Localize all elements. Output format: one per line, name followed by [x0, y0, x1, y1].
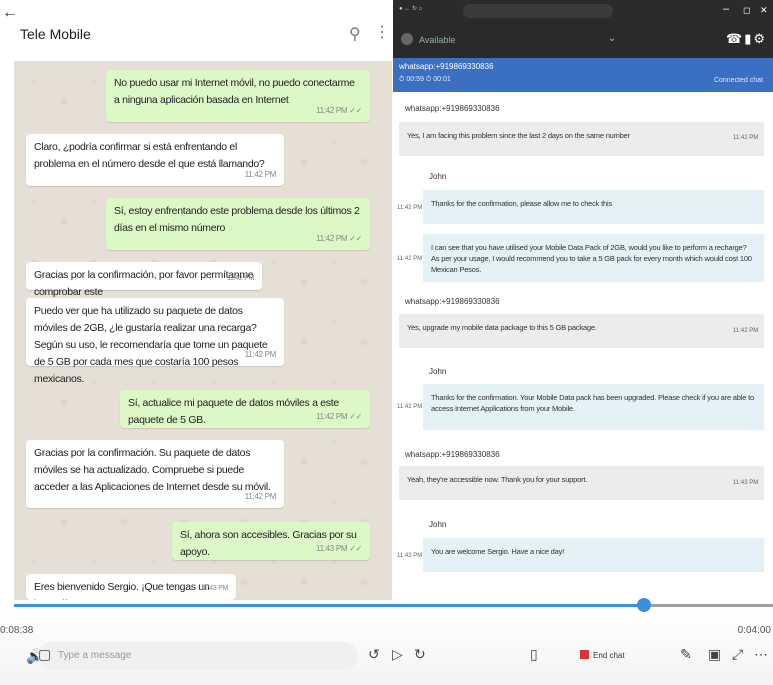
transcript-message: Thanks for the confirmation, please allo… [423, 190, 764, 224]
chat-header: Tele Mobile ⚲ ⋮ [14, 0, 392, 62]
picture-in-picture-icon[interactable]: ▣ [708, 646, 721, 663]
more-icon[interactable]: ⋯ [754, 646, 768, 663]
message-list: No puedo usar mi Internet móvil, no pued… [14, 62, 392, 600]
transcript-message: I can see that you have utilised your Mo… [423, 234, 764, 282]
current-time: 0:08:38 [0, 625, 34, 636]
agent-console: ● ← ↻ ⌂ – ◻ ✕ Available ⌄ ☎▮⚙ whatsapp:+… [393, 0, 773, 600]
message-bubble: Gracias por la confirmación, por favor p… [26, 262, 262, 298]
message-placeholder: Type a message [58, 650, 132, 661]
transcript-message: You are welcome Sergio. Have a nice day! [423, 538, 764, 572]
seek-progress [14, 604, 644, 607]
transcript-message: Yeah, they're accessible now. Thank you … [399, 466, 764, 500]
message-bubble: Sí, estoy enfrentando este problema desd… [106, 198, 370, 250]
sender-name: John [429, 367, 447, 376]
message-text: Eres bienvenido Sergio. ¡Que tengas un b… [34, 581, 210, 600]
player-controls: 0:08:38 0:04:00 🔊 Type a message ▢ ↺ ▷ ↻… [0, 612, 773, 685]
transcript-message: Yes, upgrade my mobile data package to t… [399, 314, 764, 348]
toolbar-icons[interactable]: ☎▮⚙ [726, 31, 767, 47]
message-bubble: Gracias por la confirmación. Su paquete … [26, 440, 284, 508]
message-bubble: Sí, actualice mi paquete de datos móvile… [120, 390, 370, 428]
message-input[interactable]: Type a message [38, 642, 358, 670]
status-label[interactable]: Available [419, 35, 455, 45]
pen-icon[interactable]: ✎ [680, 646, 692, 663]
fullscreen-icon[interactable]: ⤢ [732, 646, 743, 663]
chat-bubble-icon[interactable]: ▢ [38, 646, 51, 663]
forward-icon[interactable]: ↻ [414, 646, 426, 663]
browser-nav-icon[interactable]: ● ← ↻ ⌂ [399, 5, 422, 12]
transcript-message: Yes, I am facing this problem since the … [399, 122, 764, 156]
message-time: 11:42 PM [733, 135, 759, 141]
message-text: Puedo ver que ha utilizado su paquete de… [34, 305, 268, 385]
message-text: You are welcome Sergio. Have a nice day! [431, 547, 565, 556]
seek-bar[interactable] [14, 604, 773, 607]
message-time: 11:43 PM [397, 553, 423, 559]
conversation-id: whatsapp:+919869330836 [399, 62, 494, 71]
message-bubble: Claro, ¿podría confirmar si está enfrent… [26, 134, 284, 186]
chat-title: Tele Mobile [20, 26, 91, 42]
message-text: Yes, I am facing this problem since the … [407, 131, 630, 140]
transcript-message: Thanks for the confirmation. Your Mobile… [423, 384, 764, 430]
message-text: Gracias por la confirmación. Su paquete … [34, 447, 271, 493]
whatsapp-pane: Tele Mobile ⚲ ⋮ No puedo usar mi Interne… [14, 0, 392, 600]
message-text: Sí, actualice mi paquete de datos móvile… [128, 397, 339, 426]
sender-name: whatsapp:+919869330836 [405, 104, 500, 113]
end-chat-button[interactable]: End chat [580, 650, 625, 660]
message-text: Thanks for the confirmation, please allo… [431, 199, 612, 208]
search-icon[interactable]: ⚲ [349, 24, 361, 44]
screen: Tele Mobile ⚲ ⋮ No puedo usar mi Interne… [0, 0, 773, 685]
sender-name: whatsapp:+919869330836 [405, 450, 500, 459]
sender-name: whatsapp:+919869330836 [405, 297, 500, 306]
browser-toolbar: ● ← ↻ ⌂ – ◻ ✕ [393, 0, 773, 22]
status-icon [401, 33, 413, 45]
sender-name: John [429, 172, 447, 181]
message-text: I can see that you have utilised your Mo… [431, 243, 752, 274]
message-time: 11:42 PM [397, 404, 423, 410]
end-chat-icon [580, 650, 589, 659]
close-icon[interactable]: ✕ [760, 5, 768, 16]
message-text: Thanks for the confirmation. Your Mobile… [431, 393, 754, 413]
message-bubble: Eres bienvenido Sergio. ¡Que tengas un b… [26, 574, 236, 600]
minimize-icon[interactable]: – [723, 3, 729, 15]
message-time: 11:42 PM ✓✓ [316, 106, 362, 115]
message-time: 11:42 PM [397, 205, 423, 211]
connected-label: Connected chat [713, 77, 763, 84]
sender-name: John [429, 520, 447, 529]
message-text: Gracias por la confirmación, por favor p… [34, 269, 254, 298]
conversation-header: whatsapp:+919869330836 ⏱ 00:59 ⏱ 00:01 C… [393, 58, 773, 92]
arrow-left-icon[interactable]: ← [2, 4, 18, 22]
chevron-down-icon[interactable]: ⌄ [608, 33, 616, 44]
message-time: 11:42 PM ✓✓ [316, 412, 362, 421]
message-time: 11:42 PM [244, 350, 277, 359]
message-bubble: No puedo usar mi Internet móvil, no pued… [106, 70, 370, 122]
transcript: whatsapp:+919869330836 Yes, I am facing … [393, 92, 773, 600]
message-time: 11:42 PM ✓✓ [316, 234, 362, 243]
message-bubble: Puedo ver que ha utilizado su paquete de… [26, 298, 284, 385]
message-time: 11:42 PM [244, 170, 277, 179]
message-time: 11:42 PM [226, 275, 254, 282]
message-time: 11:42 PM [733, 328, 759, 334]
message-text: Yeah, they're accessible now. Thank you … [407, 475, 588, 484]
agent-status-bar: Available ⌄ ☎▮⚙ [393, 22, 773, 58]
end-chat-label: End chat [593, 651, 625, 660]
total-time: 0:04:00 [737, 625, 771, 636]
address-bar[interactable] [463, 4, 613, 18]
message-time: 11:43 PM ✓✓ [316, 544, 362, 553]
message-time: 11:42 PM [244, 492, 277, 501]
message-time: 11:43 PM [200, 585, 228, 592]
message-text: Yes, upgrade my mobile data package to t… [407, 323, 597, 332]
message-text: Claro, ¿podría confirmar si está enfrent… [34, 141, 265, 170]
kebab-menu-icon[interactable]: ⋮ [374, 22, 390, 42]
restore-icon[interactable]: ◻ [743, 5, 750, 16]
rewind-icon[interactable]: ↺ [368, 646, 380, 663]
message-time: 11:42 PM [397, 256, 423, 262]
seek-handle[interactable] [636, 598, 651, 612]
play-icon[interactable]: ▷ [392, 646, 403, 663]
message-time: 11:43 PM [733, 480, 759, 486]
attachment-icon[interactable]: ▯ [530, 646, 538, 663]
message-bubble: Sí, ahora son accesibles. Gracias por su… [172, 522, 370, 560]
conversation-timers: ⏱ 00:59 ⏱ 00:01 [399, 76, 451, 83]
